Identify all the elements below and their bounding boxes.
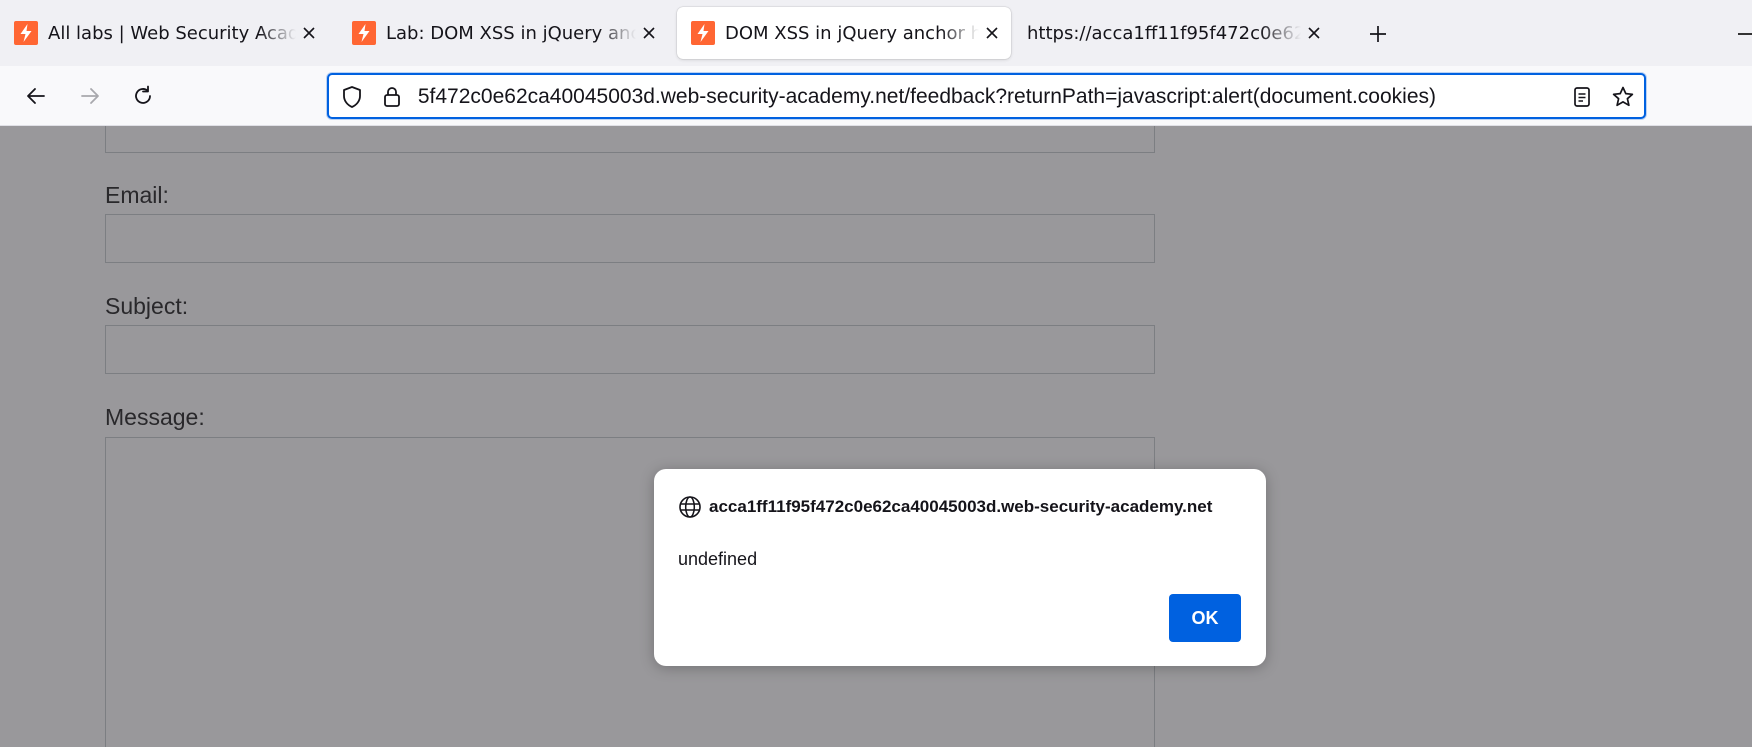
navigation-toolbar: tps://acca1ff11f95f472c0e62ca40045003d.w… [0,66,1752,126]
dialog-message: undefined [678,549,758,569]
tab-title: Lab: DOM XSS in jQuery anchor href attri… [386,22,636,44]
back-icon[interactable] [20,80,52,112]
tab-title: All labs | Web Security Academy [48,22,296,44]
reader-view-icon[interactable] [1570,85,1594,109]
lightning-icon [691,21,715,45]
reload-icon[interactable] [127,80,159,112]
new-tab-plus-icon[interactable] [1364,20,1392,48]
alert-dialog: acca1ff11f95f472c0e62ca40045003d.web-sec… [654,469,1266,666]
ok-button[interactable]: OK [1169,594,1241,642]
globe-icon [679,496,701,518]
tab-all-labs[interactable]: All labs | Web Security Academy [0,7,328,59]
close-icon[interactable] [1301,20,1327,46]
dialog-origin-text: acca1ff11f95f472c0e62ca40045003d.web-sec… [709,497,1213,516]
tab-url[interactable]: https://acca1ff11f95f472c0e62ca40045003d… [1013,7,1333,59]
close-icon[interactable] [979,20,1005,46]
lock-icon[interactable] [380,85,404,109]
shield-icon[interactable] [340,85,364,109]
lightning-icon [14,21,38,45]
close-icon[interactable] [296,20,322,46]
url-bar[interactable]: tps://acca1ff11f95f472c0e62ca40045003d.w… [327,73,1646,119]
bookmark-star-icon[interactable] [1611,85,1635,109]
close-icon[interactable] [636,20,662,46]
tab-title: https://acca1ff11f95f472c0e62ca40045003d… [1027,22,1301,44]
tab-lab[interactable]: Lab: DOM XSS in jQuery anchor href attri… [338,7,668,59]
forward-icon[interactable] [74,80,106,112]
tab-active-lab[interactable]: DOM XSS in jQuery anchor href attribute … [677,7,1011,59]
url-text[interactable]: tps://acca1ff11f95f472c0e62ca40045003d.w… [418,84,1436,110]
window-minimize-icon[interactable] [1738,33,1752,35]
tab-strip: All labs | Web Security Academy Lab: DOM… [0,0,1752,66]
lightning-icon [352,21,376,45]
dialog-origin: acca1ff11f95f472c0e62ca40045003d.web-sec… [678,493,1212,521]
tab-title: DOM XSS in jQuery anchor href attribute … [725,22,979,44]
